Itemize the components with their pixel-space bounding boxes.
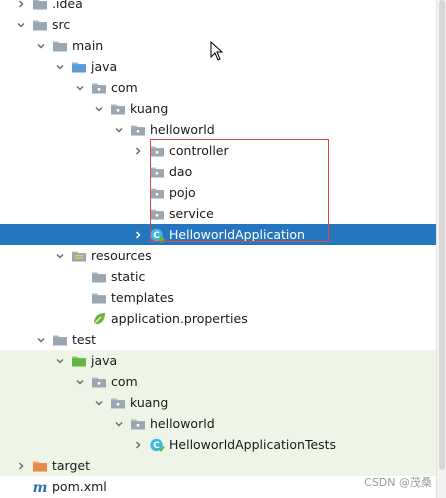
chevron-down-icon[interactable]	[53, 245, 67, 266]
chevron-down-icon[interactable]	[73, 371, 87, 392]
spring-properties-icon	[91, 311, 107, 327]
tree-item-label: .idea	[52, 0, 83, 11]
tree-row[interactable]: helloworld	[0, 119, 437, 140]
chevron-down-icon[interactable]	[53, 350, 67, 371]
tree-row[interactable]: C HelloworldApplicationTests	[0, 434, 437, 455]
toggle-spacer	[73, 266, 87, 287]
tree-row[interactable]: static	[0, 266, 437, 287]
tree-item-label: java	[91, 59, 118, 74]
chevron-right-icon[interactable]	[14, 455, 28, 476]
tree-row[interactable]: service	[0, 203, 437, 224]
tree-row[interactable]: templates	[0, 287, 437, 308]
package-icon	[130, 416, 146, 432]
tree-row[interactable]: dao	[0, 161, 437, 182]
folder-icon	[32, 17, 48, 33]
tree-row[interactable]: com	[0, 77, 437, 98]
folder-icon	[52, 38, 68, 54]
tree-item-label: helloworld	[150, 122, 215, 137]
tree-row[interactable]: application.properties	[0, 308, 437, 329]
chevron-down-icon[interactable]	[112, 119, 126, 140]
tree-item-label: resources	[91, 248, 152, 263]
tree-row[interactable]: java	[0, 350, 437, 371]
toggle-spacer	[131, 203, 145, 224]
package-icon	[91, 374, 107, 390]
project-tree: .idea src main java com kuang helloworld contro…	[0, 0, 437, 498]
source-root-folder-icon	[71, 59, 87, 75]
toggle-spacer	[14, 476, 28, 497]
resources-folder-icon	[71, 248, 87, 264]
folder-icon	[32, 0, 48, 12]
toggle-spacer	[73, 287, 87, 308]
tree-row[interactable]: controller	[0, 140, 437, 161]
tree-row[interactable]: C HelloworldApplication	[0, 224, 437, 245]
folder-icon	[52, 332, 68, 348]
chevron-down-icon[interactable]	[92, 98, 106, 119]
tree-item-label: pojo	[169, 185, 196, 200]
test-class-icon: C	[149, 437, 165, 453]
package-icon	[110, 101, 126, 117]
tree-item-label: HelloworldApplication	[169, 227, 305, 242]
watermark: CSDN @茂桑	[364, 476, 432, 489]
chevron-down-icon[interactable]	[34, 35, 48, 56]
tree-item-label: main	[72, 38, 104, 53]
tree-item-label: com	[111, 374, 138, 389]
tree-row[interactable]: pojo	[0, 182, 437, 203]
chevron-down-icon[interactable]	[73, 77, 87, 98]
chevron-down-icon[interactable]	[53, 56, 67, 77]
tree-item-label: templates	[111, 290, 174, 305]
toggle-spacer	[73, 308, 87, 329]
folder-icon	[91, 290, 107, 306]
tree-item-label: static	[111, 269, 146, 284]
tree-row[interactable]: kuang	[0, 392, 437, 413]
svg-text:m: m	[33, 480, 48, 495]
tree-row[interactable]: helloworld	[0, 413, 437, 434]
spring-class-icon: C	[149, 227, 165, 243]
maven-icon: m	[32, 479, 48, 495]
package-icon	[149, 185, 165, 201]
chevron-down-icon[interactable]	[14, 14, 28, 35]
chevron-down-icon[interactable]	[34, 329, 48, 350]
toggle-spacer	[131, 182, 145, 203]
tree-row[interactable]: target	[0, 455, 437, 476]
tree-item-label: com	[111, 80, 138, 95]
toggle-spacer	[131, 161, 145, 182]
tree-item-label: controller	[169, 143, 229, 158]
tree-row[interactable]: kuang	[0, 98, 437, 119]
chevron-right-icon[interactable]	[131, 224, 145, 245]
package-icon	[149, 164, 165, 180]
chevron-down-icon[interactable]	[112, 413, 126, 434]
package-icon	[149, 206, 165, 222]
tree-item-label: target	[52, 458, 91, 473]
tree-row[interactable]: src	[0, 14, 437, 35]
chevron-down-icon[interactable]	[92, 392, 106, 413]
package-icon	[91, 80, 107, 96]
chevron-right-icon[interactable]	[14, 0, 28, 14]
excluded-folder-icon	[32, 458, 48, 474]
package-icon	[149, 143, 165, 159]
tree-item-label: src	[52, 17, 71, 32]
mouse-cursor-icon	[210, 41, 224, 61]
tree-item-label: HelloworldApplicationTests	[169, 437, 337, 452]
folder-icon	[91, 269, 107, 285]
tree-item-label: helloworld	[150, 416, 215, 431]
tree-item-label: java	[91, 353, 118, 368]
tree-item-label: pom.xml	[52, 479, 107, 494]
chevron-right-icon[interactable]	[131, 434, 145, 455]
tree-row[interactable]: com	[0, 371, 437, 392]
tree-item-label: dao	[169, 164, 193, 179]
vertical-scrollbar[interactable]	[436, 0, 446, 498]
package-icon	[130, 122, 146, 138]
package-icon	[110, 395, 126, 411]
chevron-right-icon[interactable]	[131, 140, 145, 161]
tree-row[interactable]: .idea	[0, 0, 437, 14]
tree-row[interactable]: test	[0, 329, 437, 350]
tree-item-label: service	[169, 206, 214, 221]
scrollbar-thumb[interactable]	[439, 0, 445, 470]
tree-row[interactable]: resources	[0, 245, 437, 266]
test-source-folder-icon	[71, 353, 87, 369]
tree-item-label: kuang	[130, 395, 169, 410]
tree-item-label: kuang	[130, 101, 169, 116]
tree-item-label: test	[72, 332, 97, 347]
tree-item-label: application.properties	[111, 311, 248, 326]
